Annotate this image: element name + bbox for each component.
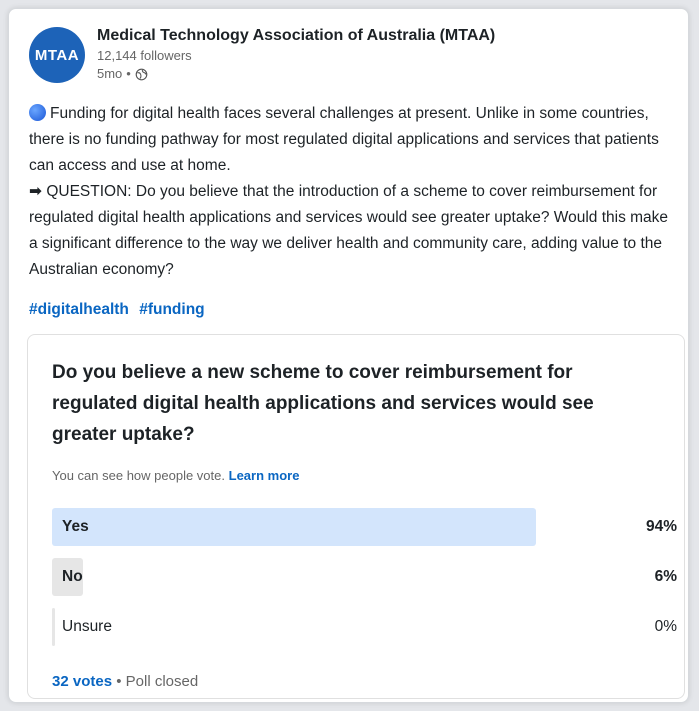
globe-icon bbox=[135, 68, 148, 80]
poll-option-label: Yes bbox=[62, 518, 89, 535]
author-name[interactable]: Medical Technology Association of Austra… bbox=[97, 25, 495, 47]
poll-option-label: No bbox=[62, 568, 83, 585]
blue-circle-icon bbox=[29, 104, 46, 121]
poll-container: Do you believe a new scheme to cover rei… bbox=[27, 334, 685, 699]
vote-count-link[interactable]: 32 votes bbox=[52, 673, 112, 690]
poll-option-label: Unsure bbox=[62, 618, 112, 635]
hashtag-list: #digitalhealth #funding bbox=[29, 301, 211, 319]
body-paragraph-1: Funding for digital health faces several… bbox=[29, 101, 679, 179]
learn-more-link[interactable]: Learn more bbox=[229, 468, 300, 483]
poll-option-percent: 94% bbox=[645, 518, 677, 535]
post-body: Funding for digital health faces several… bbox=[29, 101, 679, 283]
author-meta: Medical Technology Association of Austra… bbox=[97, 25, 495, 83]
poll-bar-yes bbox=[52, 508, 536, 546]
footer-separator: • bbox=[116, 673, 122, 690]
poll-option-percent: 6% bbox=[654, 568, 677, 585]
poll-footer: 32 votes • Poll closed bbox=[52, 673, 198, 690]
poll-visibility-note: You can see how people vote. Learn more bbox=[52, 468, 299, 483]
right-arrow-icon: ➡ bbox=[29, 183, 42, 200]
post-age: 5mo bbox=[97, 66, 123, 81]
poll-note-text: You can see how people vote. bbox=[52, 468, 225, 483]
follower-count: 12,144 followers bbox=[97, 48, 192, 63]
hashtag-funding[interactable]: #funding bbox=[139, 301, 204, 318]
body-text-2: QUESTION: Do you believe that the introd… bbox=[29, 183, 669, 278]
company-logo[interactable]: MTAA bbox=[29, 27, 85, 83]
poll-option-no[interactable]: No 6% bbox=[52, 558, 677, 596]
body-paragraph-2: ➡ QUESTION: Do you believe that the intr… bbox=[29, 179, 679, 283]
post-header: MTAA Medical Technology Association of A… bbox=[29, 25, 669, 89]
poll-option-yes[interactable]: Yes 94% bbox=[52, 508, 677, 546]
poll-status: Poll closed bbox=[125, 673, 199, 690]
post-card: MTAA Medical Technology Association of A… bbox=[8, 8, 689, 703]
poll-bar-unsure bbox=[52, 608, 55, 646]
poll-question: Do you believe a new scheme to cover rei… bbox=[52, 362, 594, 445]
post-timestamp: 5mo • bbox=[97, 65, 495, 83]
hashtag-digitalhealth[interactable]: #digitalhealth bbox=[29, 301, 129, 318]
poll-option-unsure[interactable]: Unsure 0% bbox=[52, 608, 677, 646]
meta-separator: • bbox=[126, 66, 131, 81]
poll-option-percent: 0% bbox=[654, 618, 677, 635]
body-text-1: Funding for digital health faces several… bbox=[29, 105, 659, 174]
